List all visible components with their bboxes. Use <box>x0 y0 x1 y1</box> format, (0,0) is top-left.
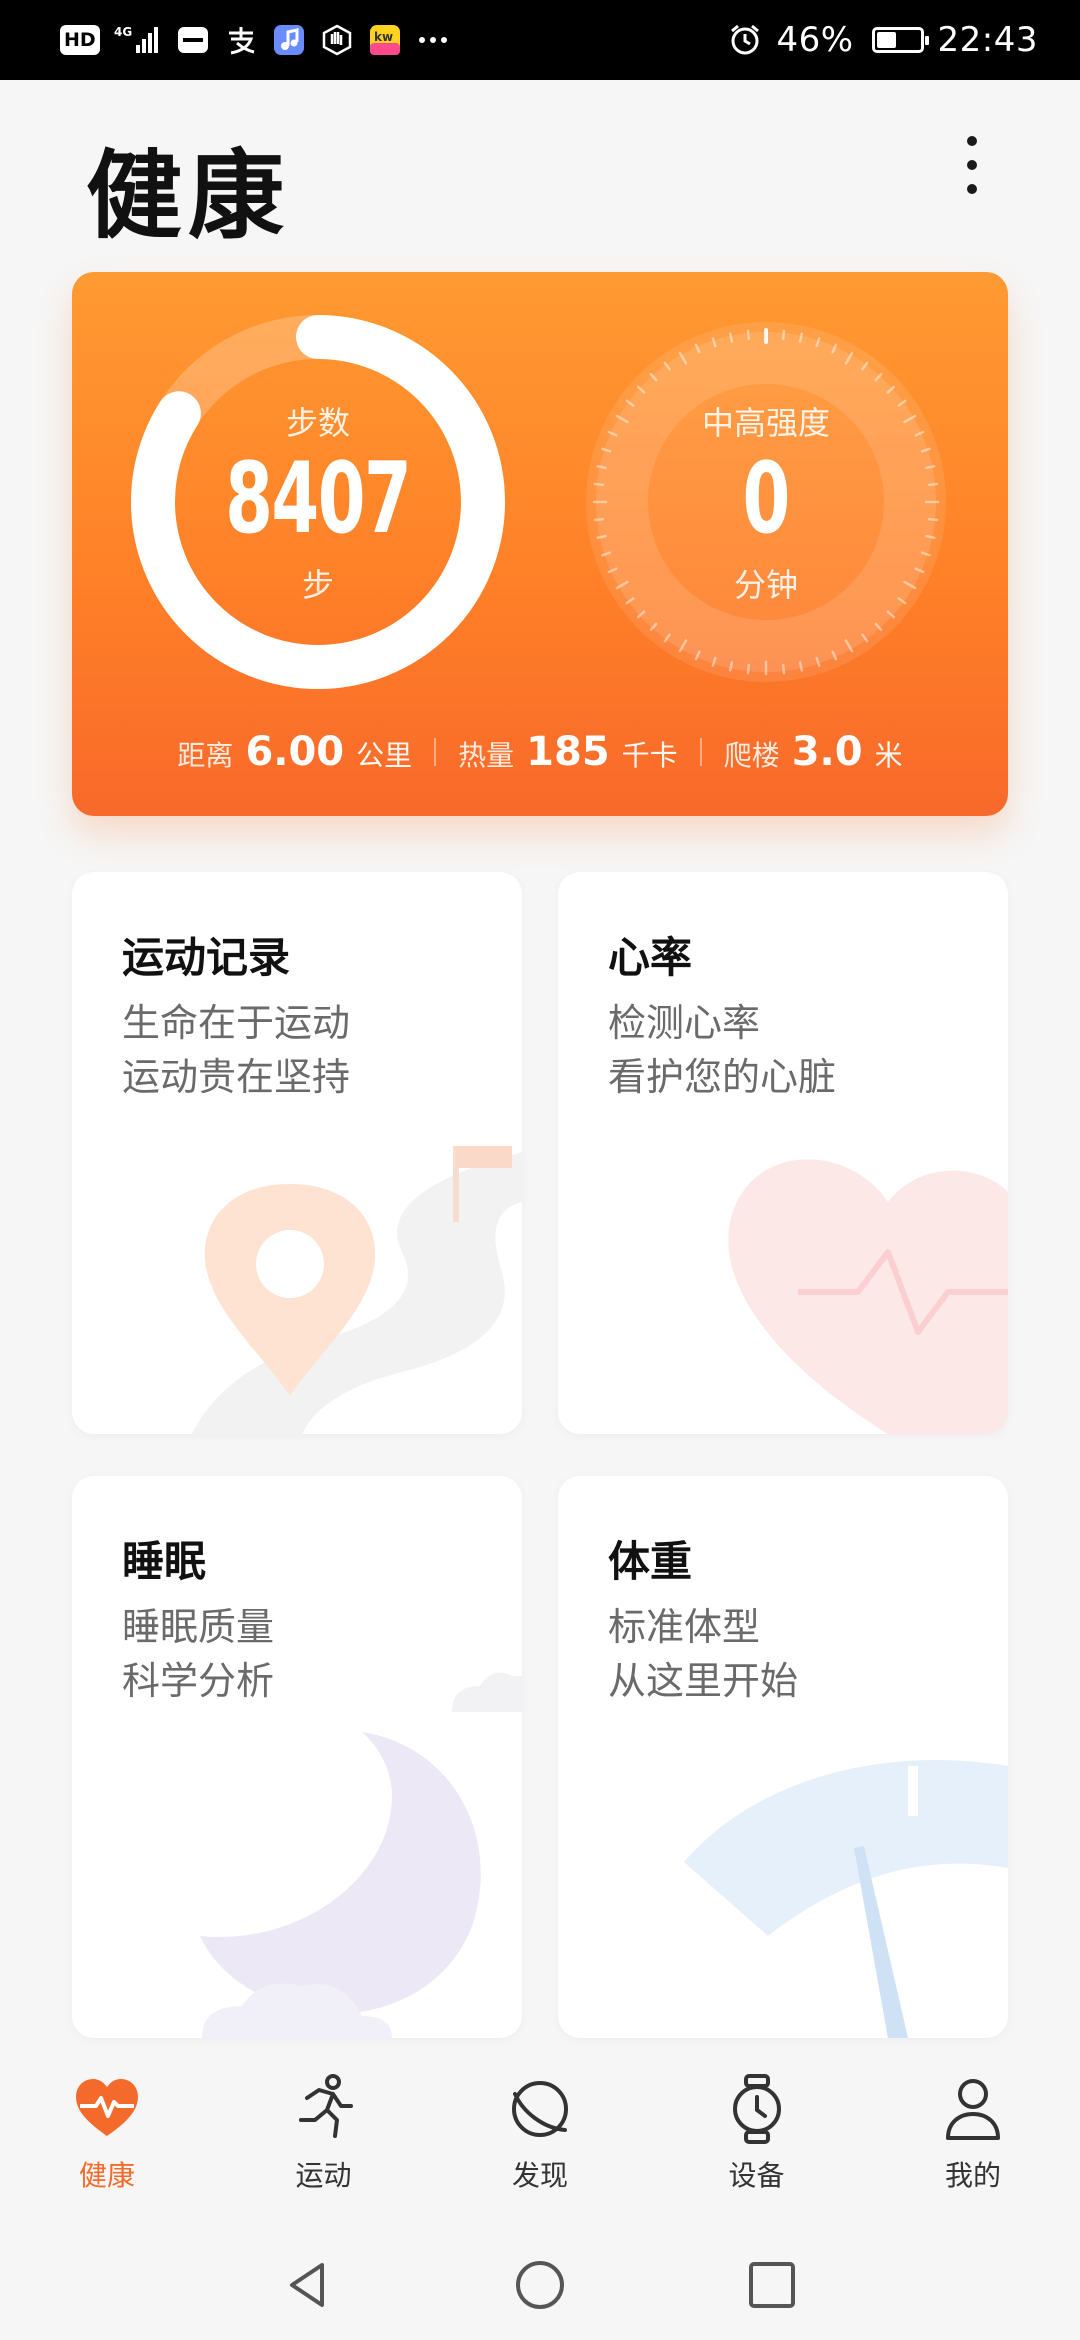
heart-rate-card[interactable]: 心率 检测心率 看护您的心脏 <box>558 872 1008 1434</box>
health-app-screen: HD 4G kw 46% 22:43 健康 步数 8407 步 中高强度 0 分… <box>0 0 1080 2340</box>
status-bar: HD 4G kw 46% 22:43 <box>0 0 1080 80</box>
distance-label: 距离 <box>177 739 234 772</box>
heart-pulse-icon <box>76 2079 138 2136</box>
sleep-card[interactable]: 睡眠 睡眠质量 科学分析 <box>72 1476 522 2038</box>
alipay-icon <box>224 23 258 57</box>
sleep-card-line2: 科学分析 <box>122 1659 275 1703</box>
distance-value: 6.00 <box>245 729 345 775</box>
activity-summary-card[interactable]: 步数 8407 步 中高强度 0 分钟 距离 6.00 公里 热量 185 千卡… <box>72 272 1008 816</box>
heart-card-line2: 看护您的心脏 <box>608 1055 837 1099</box>
climb-unit: 米 <box>874 739 903 772</box>
calories-unit: 千卡 <box>621 739 678 772</box>
nav-label-discover: 发现 <box>511 2159 568 2192</box>
battery-level <box>876 32 896 48</box>
climb-stat: 爬楼 3.0 米 <box>702 729 925 775</box>
intensity-center: 中高强度 0 分钟 <box>576 312 956 692</box>
weight-card[interactable]: 体重 标准体型 从这里开始 <box>558 1476 1008 2038</box>
nav-tab-health[interactable]: 健康 <box>42 2050 172 2230</box>
nav-label-me: 我的 <box>944 2159 1001 2192</box>
sleep-card-line1: 睡眠质量 <box>122 1605 275 1649</box>
exercise-card-line2: 运动贵在坚持 <box>122 1055 351 1099</box>
distance-unit: 公里 <box>356 739 413 772</box>
nav-label-devices: 设备 <box>728 2159 785 2192</box>
weight-card-line1: 标准体型 <box>608 1605 761 1649</box>
back-icon[interactable] <box>282 2259 334 2311</box>
clock: 22:43 <box>937 20 1038 60</box>
weight-card-line2: 从这里开始 <box>608 1659 799 1703</box>
steps-center: 步数 8407 步 <box>128 312 508 692</box>
calories-stat: 热量 185 千卡 <box>436 729 700 775</box>
exercise-record-card[interactable]: 运动记录 生命在于运动 运动贵在坚持 <box>72 872 522 1434</box>
exercise-card-line1: 生命在于运动 <box>122 1001 351 1045</box>
status-bar-right: 46% 22:43 <box>728 20 1038 60</box>
battery-percent: 46% <box>776 20 854 60</box>
heart-card-title: 心率 <box>608 933 693 982</box>
climb-label: 爬楼 <box>723 739 780 772</box>
steps-ring[interactable]: 步数 8407 步 <box>128 312 508 692</box>
music-app-icon <box>272 23 306 57</box>
hd-badge: HD <box>60 25 100 55</box>
distance-stat: 距离 6.00 公里 <box>155 729 434 775</box>
nav-label-health: 健康 <box>78 2159 135 2192</box>
steps-unit: 步 <box>301 566 334 604</box>
calories-label: 热量 <box>458 739 515 772</box>
watch-icon <box>732 2074 781 2144</box>
network-type: 4G <box>114 25 132 39</box>
more-dot <box>967 184 977 194</box>
steps-label: 步数 <box>285 404 350 442</box>
nav-tab-exercise[interactable]: 运动 <box>259 2050 389 2230</box>
running-person-icon <box>298 2074 353 2138</box>
home-icon[interactable] <box>514 2259 566 2311</box>
system-navigation-bar <box>0 2230 1080 2340</box>
bottom-navigation: 健康 运动 发现 设备 我的 <box>0 2050 1080 2230</box>
nav-tab-discover[interactable]: 发现 <box>475 2050 605 2230</box>
more-dots-icon <box>416 23 450 57</box>
planet-icon <box>512 2081 568 2137</box>
signal-4g-icon: 4G <box>114 23 162 57</box>
intensity-value: 0 <box>742 442 791 556</box>
heart-card-line1: 检测心率 <box>608 1001 761 1045</box>
calories-value: 185 <box>526 729 610 775</box>
sleep-card-title: 睡眠 <box>122 1537 207 1586</box>
more-dot <box>967 160 977 170</box>
climb-value: 3.0 <box>791 729 863 775</box>
weight-card-title: 体重 <box>608 1537 693 1586</box>
intensity-ring[interactable]: 中高强度 0 分钟 <box>576 312 956 692</box>
page-title: 健康 <box>86 140 290 252</box>
more-options-button[interactable] <box>946 122 998 208</box>
status-bar-left: HD 4G kw <box>60 23 450 57</box>
nav-tab-devices[interactable]: 设备 <box>692 2050 822 2230</box>
kuwo-app-icon: kw <box>368 23 402 57</box>
intensity-unit: 分钟 <box>733 566 798 604</box>
nav-tab-me[interactable]: 我的 <box>908 2050 1038 2230</box>
battery-icon <box>871 27 929 53</box>
svg-text:kw: kw <box>374 30 393 44</box>
intensity-label: 中高强度 <box>701 404 830 442</box>
activity-stats-row: 距离 6.00 公里 热量 185 千卡 爬楼 3.0 米 <box>72 722 1008 782</box>
more-dot <box>967 136 977 146</box>
alarm-icon <box>728 23 762 57</box>
person-icon <box>946 2079 1000 2140</box>
steps-value: 8407 <box>225 442 412 556</box>
huawei-app-icon <box>176 23 210 57</box>
recents-icon[interactable] <box>746 2259 798 2311</box>
hand-icon <box>320 23 354 57</box>
nav-label-exercise: 运动 <box>295 2159 352 2192</box>
exercise-card-title: 运动记录 <box>122 933 291 982</box>
